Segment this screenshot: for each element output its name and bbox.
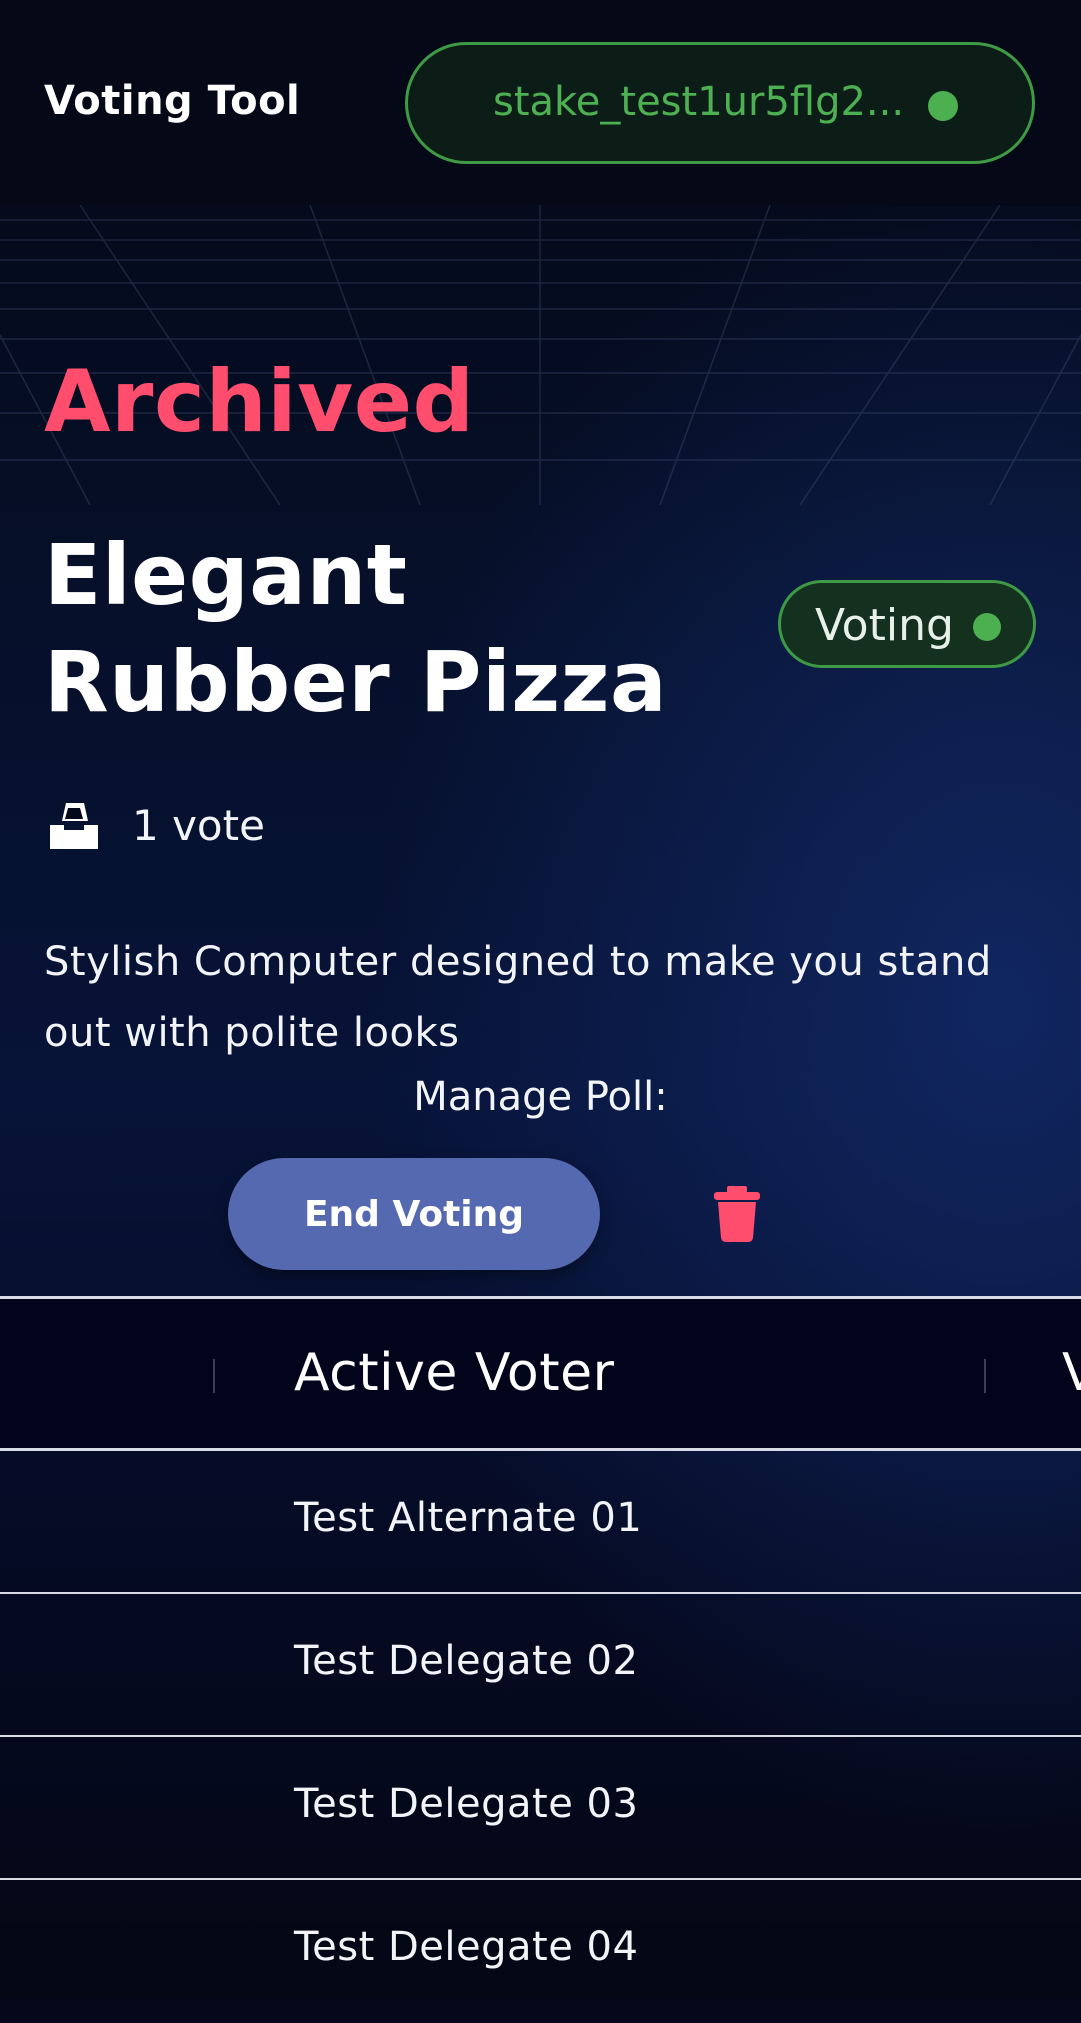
poll-content: Archived Elegant Rubber Pizza Voting 1 v… <box>0 0 1081 1999</box>
status-badge-label: Voting <box>815 600 954 651</box>
table-header: Active Voter V <box>0 1296 1081 1451</box>
voter-name: Test Delegate 03 <box>294 1781 639 1827</box>
column-header-vote[interactable]: V <box>1062 1343 1081 1403</box>
status-badge: Voting <box>778 580 1036 668</box>
table-row: Test Delegate 02 <box>0 1594 1081 1737</box>
poll-title: Elegant Rubber Pizza <box>44 526 668 731</box>
trash-icon[interactable] <box>712 1186 762 1242</box>
manage-poll-label: Manage Poll: <box>413 1074 668 1120</box>
status-indicator-dot <box>973 613 1001 641</box>
end-voting-button[interactable]: End Voting <box>228 1158 600 1270</box>
ballot-box-icon <box>50 803 98 849</box>
column-separator <box>984 1359 986 1393</box>
table-row: Test Alternate 01 <box>0 1451 1081 1594</box>
archived-label: Archived <box>44 352 475 452</box>
table-row: Test Delegate 03 <box>0 1737 1081 1880</box>
vote-count: 1 vote <box>132 800 265 850</box>
voter-name: Test Delegate 04 <box>294 1924 639 1970</box>
voter-name: Test Alternate 01 <box>294 1495 643 1541</box>
column-separator <box>213 1359 215 1393</box>
table-row: Test Delegate 04 <box>0 1880 1081 2023</box>
vote-count-row: 1 vote <box>44 795 265 855</box>
column-header-active-voter[interactable]: Active Voter <box>294 1343 615 1403</box>
poll-description: Stylish Computer designed to make you st… <box>44 939 992 1056</box>
voter-name: Test Delegate 02 <box>294 1638 639 1684</box>
